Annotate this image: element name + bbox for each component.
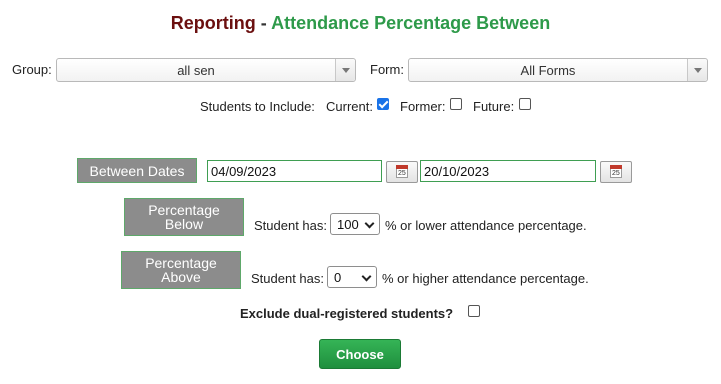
chevron-down-icon[interactable] <box>335 59 355 81</box>
from-date-calendar-button[interactable]: 25 <box>386 161 418 183</box>
below-percentage-value: 100 <box>337 217 359 232</box>
former-label: Former: <box>400 99 446 114</box>
chevron-down-icon <box>364 218 375 229</box>
group-label: Group: <box>12 62 52 77</box>
form-label: Form: <box>370 62 404 77</box>
above-student-has-label: Student has: <box>251 271 324 286</box>
title-report-name: Attendance Percentage Between <box>271 13 551 33</box>
future-checkbox[interactable] <box>519 98 531 110</box>
choose-button[interactable]: Choose <box>319 339 401 369</box>
group-select[interactable]: all sen <box>56 58 356 82</box>
page-title: Reporting - Attendance Percentage Betwee… <box>0 13 721 34</box>
above-percentage-value: 0 <box>334 270 342 285</box>
below-percentage-select[interactable]: 100 <box>330 213 380 235</box>
future-label: Future: <box>473 99 515 114</box>
exclude-dual-label: Exclude dual-registered students? <box>240 306 454 321</box>
current-checkbox[interactable] <box>377 98 389 110</box>
below-student-has-label: Student has: <box>254 218 327 233</box>
between-dates-label: Between Dates <box>89 162 185 179</box>
to-date-calendar-button[interactable]: 25 <box>600 161 632 183</box>
form-select[interactable]: All Forms <box>408 58 708 82</box>
group-select-value: all sen <box>177 63 215 78</box>
percentage-below-line2: Below <box>164 216 204 232</box>
choose-label: Choose <box>336 346 384 362</box>
current-label: Current: <box>326 99 373 114</box>
percentage-below-line1: Percentage <box>148 202 220 218</box>
from-date-input[interactable]: 04/09/2023 <box>207 160 382 182</box>
below-suffix-text: % or lower attendance percentage. <box>385 218 587 233</box>
percentage-below-button[interactable]: Percentage Below <box>124 198 244 236</box>
percentage-above-button[interactable]: Percentage Above <box>121 251 241 289</box>
calendar-day: 25 <box>398 170 406 177</box>
title-reporting: Reporting <box>170 13 256 33</box>
calendar-day: 25 <box>612 170 620 177</box>
to-date-value: 20/10/2023 <box>424 164 490 179</box>
to-date-input[interactable]: 20/10/2023 <box>420 160 596 182</box>
percentage-above-line2: Above <box>161 269 201 285</box>
title-separator: - <box>255 13 272 33</box>
above-percentage-select[interactable]: 0 <box>327 266 377 288</box>
former-checkbox[interactable] <box>450 98 462 110</box>
chevron-down-icon[interactable] <box>687 59 707 81</box>
exclude-dual-checkbox[interactable] <box>468 305 480 317</box>
calendar-icon: 25 <box>396 165 408 178</box>
calendar-icon: 25 <box>610 165 622 178</box>
from-date-value: 04/09/2023 <box>211 164 277 179</box>
between-dates-button[interactable]: Between Dates <box>77 158 197 183</box>
form-select-value: All Forms <box>520 63 576 78</box>
chevron-down-icon <box>361 271 372 282</box>
students-include-label: Students to Include: <box>200 99 315 114</box>
percentage-above-line1: Percentage <box>145 255 217 271</box>
above-suffix-text: % or higher attendance percentage. <box>382 271 589 286</box>
